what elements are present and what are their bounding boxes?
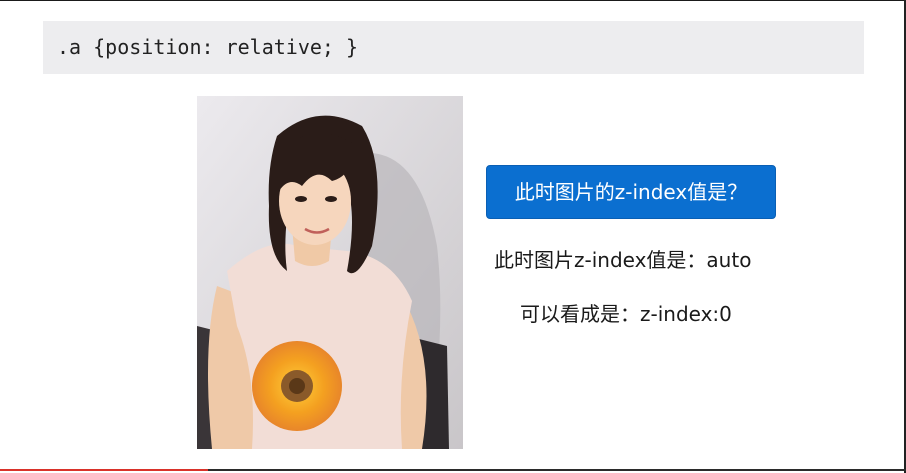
- answer-text: 此时图片z-index值是：auto: [494, 248, 752, 272]
- explanation-text: 可以看成是：z-index:0: [520, 302, 732, 326]
- video-progress-bar[interactable]: [0, 469, 209, 471]
- code-block: .a {position: relative; }: [43, 21, 864, 74]
- question-button[interactable]: 此时图片的z-index值是？: [486, 165, 776, 219]
- code-line: .a {position: relative; }: [57, 35, 359, 59]
- slide-top-border: [0, 0, 906, 1]
- portrait-photo: [197, 96, 463, 449]
- person-photo-icon: [197, 96, 463, 449]
